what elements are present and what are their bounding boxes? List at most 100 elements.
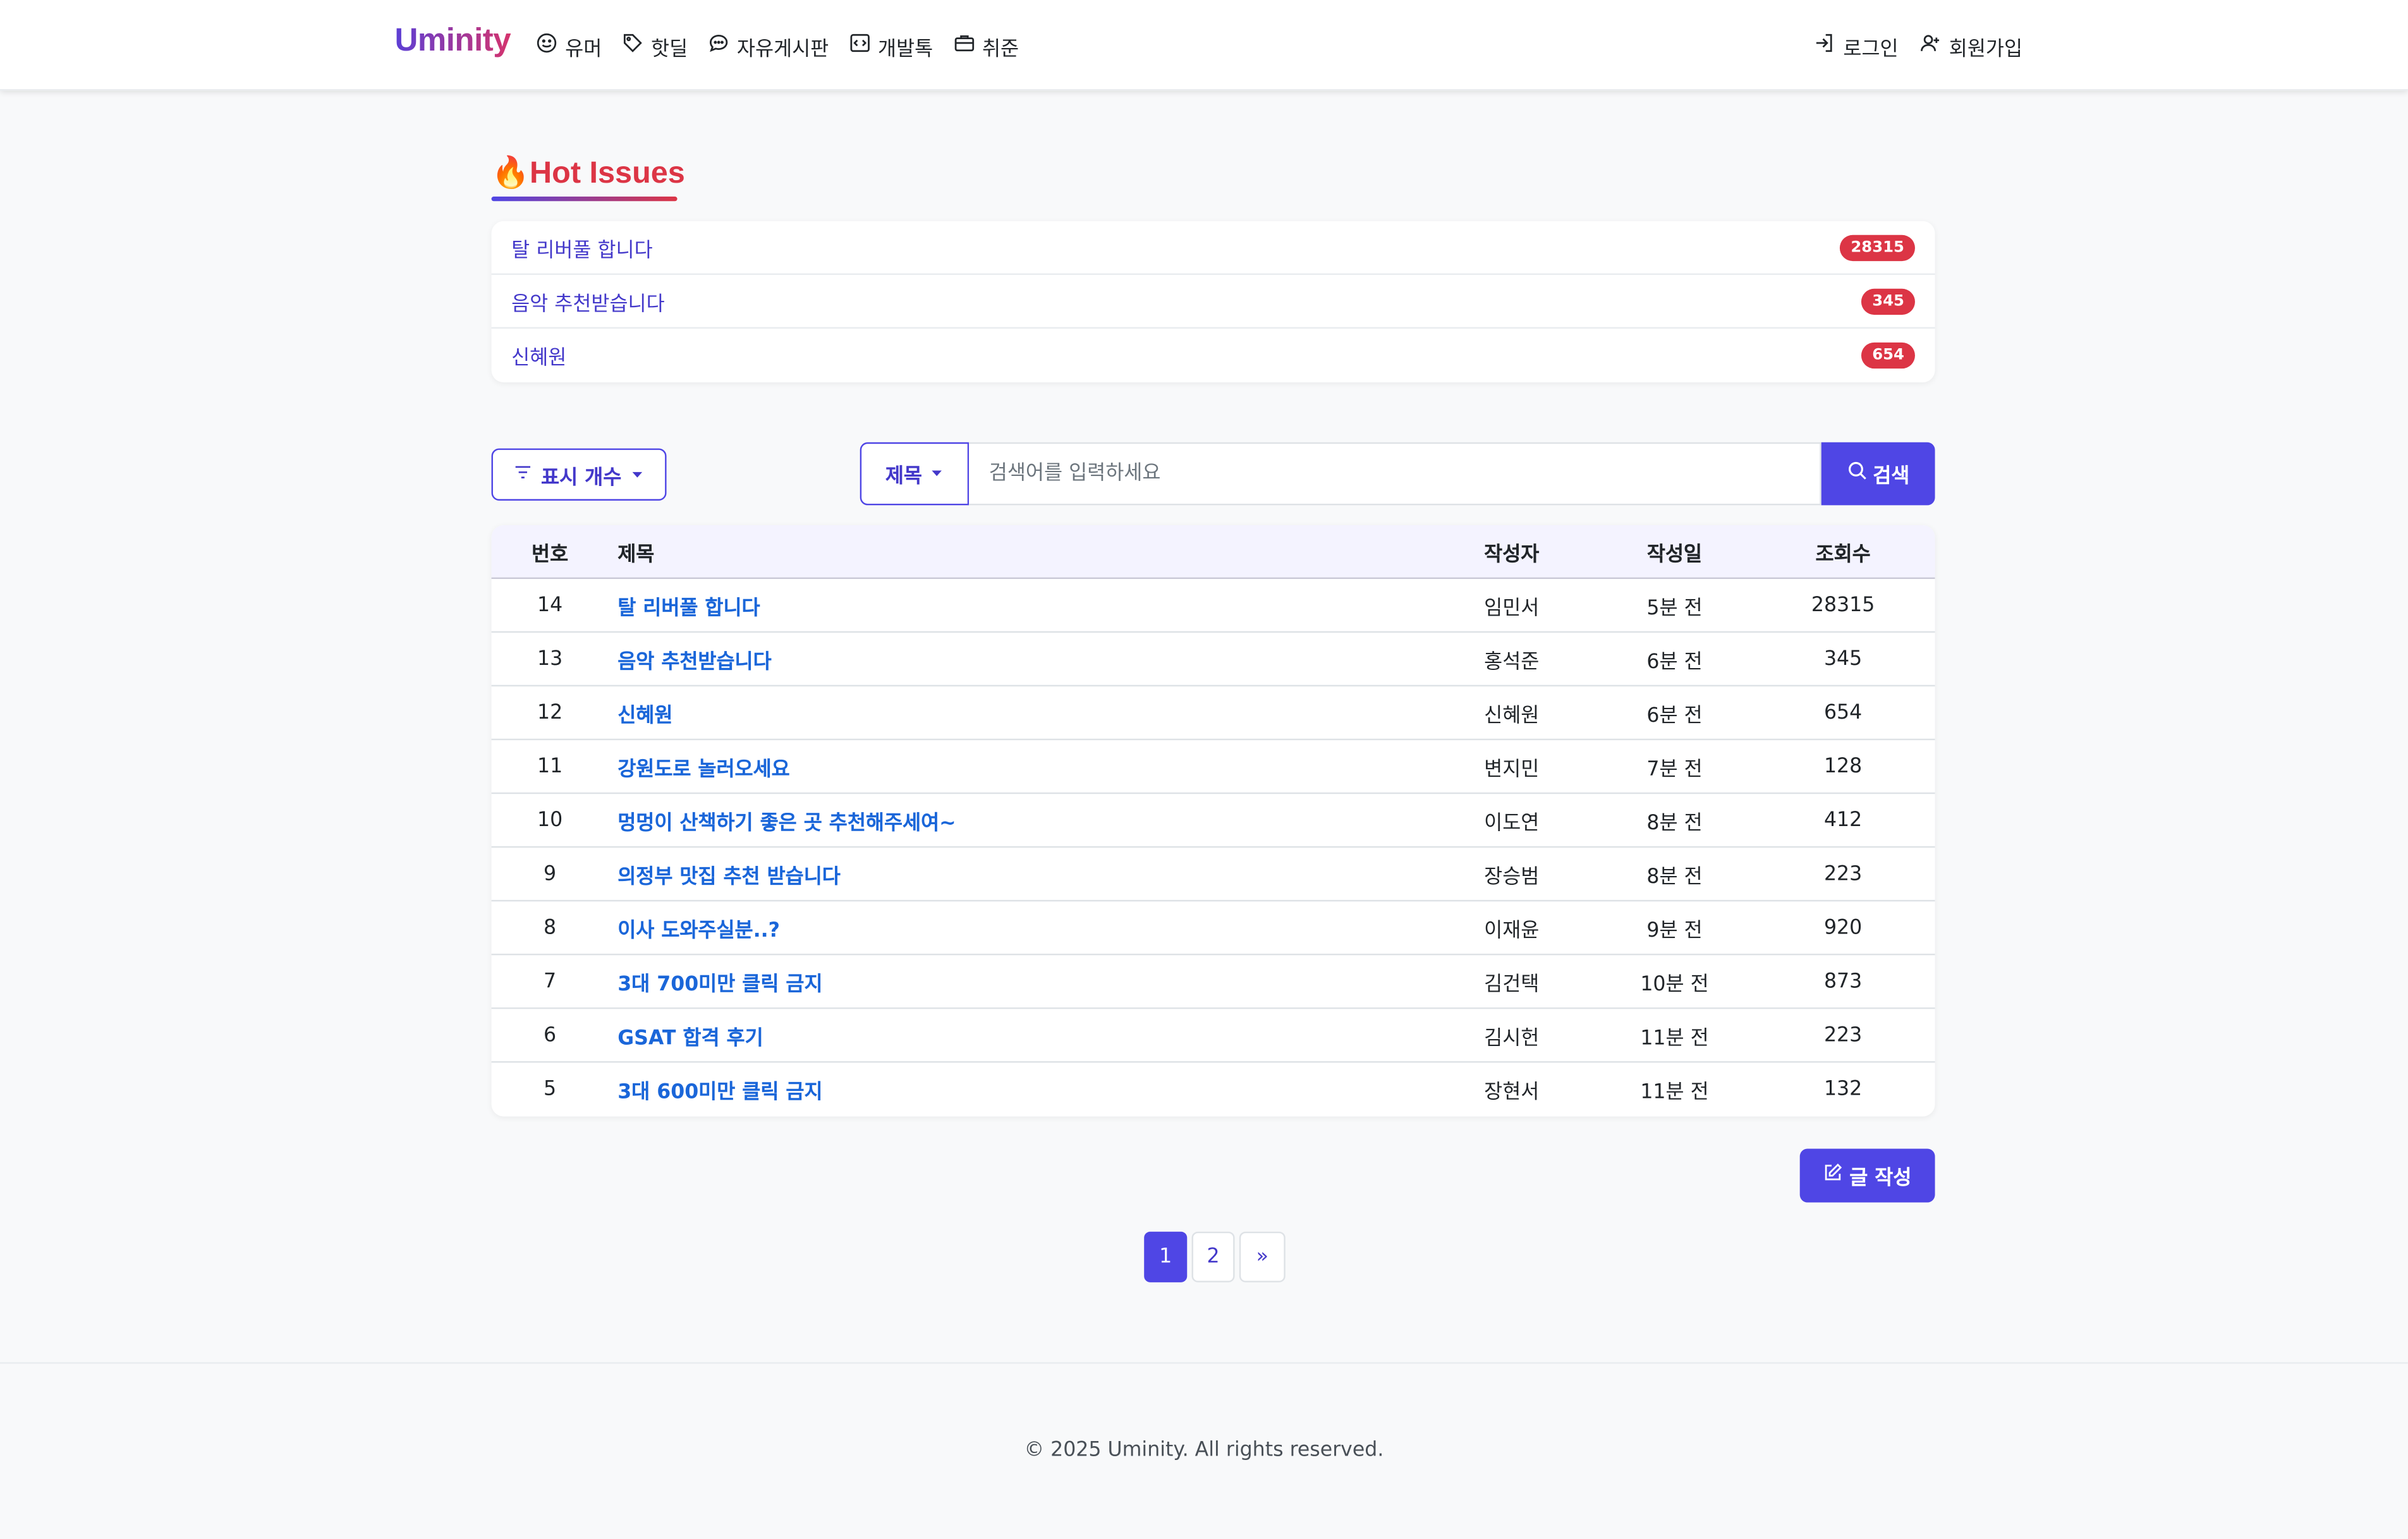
page-size-dropdown[interactable]: 표시 개수 (491, 448, 667, 501)
search-button[interactable]: 검색 (1821, 442, 1935, 506)
nav-label: 유머 (565, 37, 602, 61)
header-no: 번호 (532, 542, 569, 566)
post-date: 7분 전 (1646, 758, 1703, 781)
post-author: 김시헌 (1484, 1026, 1540, 1050)
write-post-button[interactable]: 글 작성 (1799, 1148, 1935, 1203)
user-add-icon (1920, 32, 1942, 60)
post-title-link[interactable]: 신혜원 (609, 698, 1306, 727)
post-no: 9 (543, 862, 557, 885)
post-views: 223 (1823, 862, 1863, 885)
nav-item-free-board[interactable]: 자유게시판 (708, 31, 829, 62)
table-row: 11 강원도로 놀러오세요 변지민 7분 전 128 (491, 740, 1935, 794)
copyright-text: © 2025 Uminity. All rights reserved. (1024, 1439, 1384, 1463)
post-author: 임민서 (1484, 596, 1540, 620)
post-author: 홍석준 (1484, 650, 1540, 674)
post-no: 12 (537, 701, 563, 724)
post-date: 6분 전 (1646, 704, 1703, 727)
post-views: 654 (1823, 701, 1863, 724)
post-no: 6 (543, 1023, 557, 1047)
post-author: 이도연 (1484, 812, 1540, 835)
post-no: 8 (543, 916, 557, 939)
post-title-link[interactable]: 탈 리버풀 합니다 (609, 590, 1306, 619)
search-button-label: 검색 (1873, 465, 1910, 489)
post-views: 223 (1823, 1023, 1863, 1047)
page-button-1[interactable]: 1 (1144, 1231, 1188, 1282)
post-title-link[interactable]: 3대 600미만 클릭 금지 (609, 1075, 1306, 1104)
page-size-label: 표시 개수 (541, 466, 622, 489)
post-title-link[interactable]: 강원도로 놀러오세요 (609, 751, 1306, 781)
login-link[interactable]: 로그인 (1814, 31, 1899, 62)
next-page-button[interactable]: » (1239, 1231, 1286, 1282)
table-row: 5 3대 600미만 클릭 금지 장현서 11분 전 132 (492, 1062, 1935, 1116)
caret-down-icon (631, 463, 643, 486)
nav-item-job-prep[interactable]: 취준 (953, 31, 1019, 62)
hot-issue-item[interactable]: 탈 리버풀 합니다 28315 (491, 221, 1935, 275)
post-title-link[interactable]: 음악 추천받습니다 (609, 644, 1306, 673)
main-nav: 유머 핫딜 자유게시판 개발톡 취준 (536, 31, 1019, 62)
tag-icon (622, 32, 643, 60)
hot-issue-count-badge: 654 (1861, 342, 1915, 369)
footer: © 2025 Uminity. All rights reserved. (0, 1362, 2408, 1539)
post-no: 11 (537, 755, 563, 778)
post-no: 5 (543, 1078, 557, 1102)
post-title-link[interactable]: GSAT 합격 후기 (609, 1021, 1306, 1049)
search-icon (1847, 461, 1867, 487)
post-title-link[interactable]: 멍멍이 산책하기 좋은 곳 추천해주세여~ (609, 805, 1306, 834)
post-date: 6분 전 (1646, 650, 1703, 674)
nav-label: 개발톡 (878, 37, 933, 61)
hot-issues-list: 탈 리버풀 합니다 28315 음악 추천받습니다 345 신혜원 654 (491, 221, 1935, 383)
write-post-label: 글 작성 (1849, 1167, 1912, 1191)
search-bar: 제목 검색 (860, 442, 1935, 506)
nav-label: 취준 (982, 37, 1019, 61)
search-type-dropdown[interactable]: 제목 (860, 442, 970, 506)
header-views: 조회수 (1815, 542, 1871, 566)
post-no: 14 (537, 593, 563, 617)
nav-item-hotdeal[interactable]: 핫딜 (622, 31, 688, 62)
signup-link[interactable]: 회원가입 (1920, 31, 2022, 62)
post-no: 10 (537, 808, 563, 832)
table-row: 13 음악 추천받습니다 홍석준 6분 전 345 (491, 633, 1935, 687)
search-input[interactable] (969, 442, 1821, 506)
post-date: 8분 전 (1646, 865, 1703, 889)
header-author: 작성자 (1484, 542, 1540, 566)
hot-issue-item[interactable]: 음악 추천받습니다 345 (491, 275, 1935, 329)
table-row: 9 의정부 맛집 추천 받습니다 장승범 8분 전 223 (491, 848, 1935, 902)
filter-icon (515, 463, 532, 486)
post-date: 5분 전 (1646, 596, 1703, 620)
caret-down-icon (932, 462, 944, 485)
post-title-link[interactable]: 이사 도와주실분..? (609, 913, 1306, 942)
nav-item-humor[interactable]: 유머 (536, 31, 602, 62)
post-author: 신혜원 (1484, 704, 1540, 727)
code-icon (849, 32, 870, 60)
brand-logo[interactable]: Uminity (394, 23, 511, 59)
post-views: 412 (1823, 808, 1863, 832)
post-title-link[interactable]: 3대 700미만 클릭 금지 (609, 967, 1306, 995)
post-views: 28315 (1811, 593, 1875, 617)
post-title-link[interactable]: 의정부 맛집 추천 받습니다 (609, 859, 1306, 888)
hot-issue-title[interactable]: 신혜원 (511, 341, 566, 370)
hot-issue-title[interactable]: 음악 추천받습니다 (511, 286, 665, 315)
hot-issue-item[interactable]: 신혜원 654 (492, 329, 1935, 382)
table-row: 7 3대 700미만 클릭 금지 김건택 10분 전 873 (491, 955, 1935, 1009)
fire-icon: 🔥 (491, 156, 530, 191)
hot-issue-title[interactable]: 탈 리버풀 합니다 (511, 233, 653, 262)
auth-links: 로그인 회원가입 (1814, 31, 2022, 62)
hot-issues-title: 🔥Hot Issues (492, 154, 685, 198)
table-row: 8 이사 도와주실분..? 이재윤 9분 전 920 (491, 901, 1935, 956)
post-date: 9분 전 (1646, 919, 1703, 942)
nav-item-dev-talk[interactable]: 개발톡 (849, 31, 933, 62)
post-views: 873 (1823, 970, 1863, 993)
pencil-square-icon (1823, 1162, 1844, 1188)
table-row: 6 GSAT 합격 후기 김시헌 11분 전 223 (491, 1009, 1935, 1063)
table-row: 14 탈 리버풀 합니다 임민서 5분 전 28315 (491, 579, 1935, 633)
post-views: 920 (1823, 916, 1863, 939)
nav-label: 자유게시판 (736, 37, 829, 61)
post-date: 11분 전 (1640, 1026, 1709, 1050)
table-row: 12 신혜원 신혜원 6분 전 654 (491, 686, 1935, 741)
hot-issues-underline (491, 197, 678, 202)
post-date: 8분 전 (1646, 812, 1703, 835)
table-header: 번호 제목 작성자 작성일 조회수 (491, 525, 1935, 580)
page-button-2[interactable]: 2 (1191, 1231, 1235, 1282)
post-author: 변지민 (1484, 758, 1540, 781)
pagination: 1 2 » (1144, 1231, 1286, 1282)
